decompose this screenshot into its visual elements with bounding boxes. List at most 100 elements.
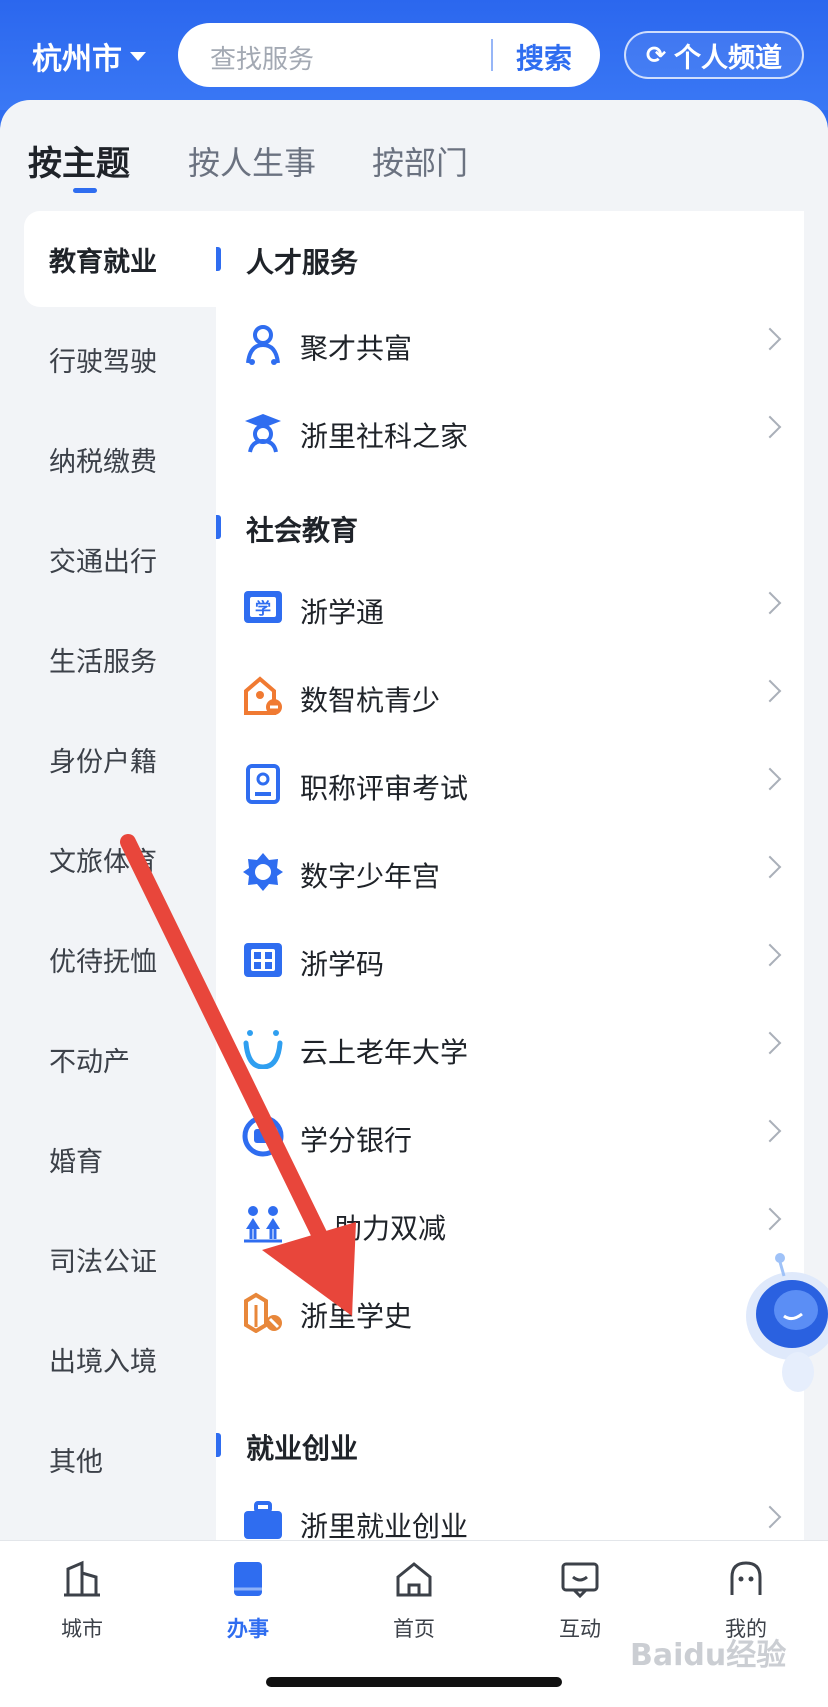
- item-label: 聚才共富: [300, 332, 413, 365]
- chevron-right-icon: [758, 1207, 782, 1231]
- section-title: 人才服务: [246, 246, 359, 279]
- tab-affairs[interactable]: 办事: [198, 1559, 298, 1643]
- list-item[interactable]: 学 浙学通: [216, 567, 804, 655]
- tab-interact[interactable]: 互动: [530, 1559, 630, 1643]
- sidebar-item-judicial[interactable]: 司法公证: [24, 1211, 216, 1307]
- chevron-right-icon: [758, 767, 782, 791]
- children-icon: [244, 1206, 282, 1243]
- tab-label: 互动: [559, 1617, 601, 1641]
- list-item[interactable]: 浙里学史: [216, 1271, 804, 1359]
- profile-icon: [730, 1561, 762, 1595]
- item-label: 浙里社科之家: [300, 420, 469, 453]
- list-item[interactable]: 职称评审考试: [216, 743, 804, 831]
- item-label: 浙学码: [300, 948, 385, 981]
- list-item[interactable]: 助力双减: [216, 1183, 804, 1271]
- sidebar-item-life-services[interactable]: 生活服务: [24, 611, 216, 707]
- list-item[interactable]: 聚才共富: [216, 303, 804, 391]
- caret-down-icon: [130, 51, 146, 61]
- refresh-icon: ⟳: [645, 41, 667, 69]
- search-divider: [491, 39, 493, 71]
- section-title: 社会教育: [246, 514, 359, 547]
- item-label: 数字少年宫: [300, 860, 441, 893]
- watermark: Baidu经验: [630, 1638, 787, 1673]
- chevron-right-icon: [758, 327, 782, 351]
- list-item[interactable]: 浙里就业创业: [216, 1481, 804, 1541]
- list-item[interactable]: 浙学码: [216, 919, 804, 1007]
- section-marker: [216, 515, 221, 539]
- list-item[interactable]: 学分银行: [216, 1095, 804, 1183]
- list-item[interactable]: 数字少年宫: [216, 831, 804, 919]
- qr-book-icon: [244, 943, 282, 977]
- sidebar-item-exit-entry[interactable]: 出境入境: [24, 1311, 216, 1407]
- section-title: 就业创业: [246, 1432, 359, 1465]
- chevron-right-icon: [758, 415, 782, 439]
- affairs-icon: [234, 1562, 262, 1596]
- personal-channel-button[interactable]: ⟳ 个人频道: [624, 31, 804, 79]
- tab-by-department[interactable]: 按部门: [372, 138, 468, 184]
- chevron-right-icon: [758, 679, 782, 703]
- graduate-icon: [245, 414, 281, 453]
- chevron-right-icon: [758, 943, 782, 967]
- search-input[interactable]: 查找服务: [210, 39, 314, 76]
- sidebar-item-driving[interactable]: 行驶驾驶: [24, 311, 216, 407]
- tab-home[interactable]: 首页: [364, 1559, 464, 1643]
- section-marker: [216, 1433, 221, 1457]
- item-label: 助力双减: [334, 1212, 447, 1245]
- item-label: 职称评审考试: [300, 772, 469, 805]
- active-tab-indicator: [73, 188, 97, 193]
- tab-by-life-event[interactable]: 按人生事: [188, 138, 316, 184]
- city-label: 杭州市: [32, 42, 122, 77]
- tab-by-theme[interactable]: 按主题: [28, 136, 130, 185]
- item-label: 数智杭青少: [300, 684, 441, 717]
- sidebar-item-education[interactable]: 教育就业: [24, 211, 216, 307]
- study-book-icon: 学: [244, 591, 282, 623]
- tab-city[interactable]: 城市: [32, 1559, 132, 1643]
- top-header: 杭州市 查找服务 搜索 ⟳ 个人频道: [0, 0, 828, 110]
- id-card-icon: [246, 764, 280, 804]
- bank-coin-icon: [242, 1115, 284, 1157]
- category-tabs: 按主题 按人生事 按部门: [0, 136, 828, 196]
- chevron-right-icon: [758, 855, 782, 879]
- item-label: 学分银行: [300, 1124, 413, 1157]
- home-indicator: [266, 1677, 562, 1687]
- assistant-robot-icon[interactable]: [740, 1248, 828, 1398]
- city-selector[interactable]: 杭州市: [32, 34, 146, 78]
- history-book-icon: [244, 1292, 282, 1333]
- main-sheet: 按主题 按人生事 按部门 教育就业 行驶驾驶 纳税缴费 交通出行 生活服务 身份…: [0, 100, 828, 1541]
- theme-sidebar: 教育就业 行驶驾驶 纳税缴费 交通出行 生活服务 身份户籍 文旅体育 优待抚恤 …: [0, 211, 216, 1541]
- service-list: 人才服务 聚才共富 浙里社科之家 社会教育 学 浙学通 数智杭青少 职称评审考试…: [216, 211, 804, 1541]
- person-icon: [246, 325, 280, 365]
- sidebar-item-culture-sports[interactable]: 文旅体育: [24, 811, 216, 907]
- list-item[interactable]: 数智杭青少: [216, 655, 804, 743]
- sidebar-item-identity[interactable]: 身份户籍: [24, 711, 216, 807]
- search-bar[interactable]: 查找服务 搜索: [178, 23, 600, 87]
- chevron-right-icon: [758, 591, 782, 615]
- item-label: 浙学通: [300, 596, 385, 629]
- item-label: 浙里就业创业: [300, 1510, 469, 1541]
- chevron-right-icon: [758, 1031, 782, 1055]
- sidebar-item-tax[interactable]: 纳税缴费: [24, 411, 216, 507]
- chevron-right-icon: [758, 1119, 782, 1143]
- sidebar-item-preferential[interactable]: 优待抚恤: [24, 911, 216, 1007]
- chat-icon: [561, 1562, 599, 1599]
- search-button[interactable]: 搜索: [516, 37, 572, 77]
- svg-text:学: 学: [255, 599, 271, 618]
- tab-label: 首页: [393, 1617, 435, 1641]
- sidebar-item-real-estate[interactable]: 不动产: [24, 1011, 216, 1107]
- chevron-right-icon: [758, 1505, 782, 1529]
- youth-building-icon: [244, 676, 282, 715]
- briefcase-icon: [244, 1501, 282, 1539]
- personal-channel-label: 个人频道: [674, 42, 783, 74]
- list-item[interactable]: 云上老年大学: [216, 1007, 804, 1095]
- sidebar-item-transport[interactable]: 交通出行: [24, 511, 216, 607]
- home-icon: [396, 1562, 432, 1597]
- section-marker: [216, 247, 221, 271]
- item-label: 浙里学史: [300, 1300, 413, 1333]
- smile-cloud-icon: [243, 1030, 283, 1069]
- list-item[interactable]: 浙里社科之家: [216, 391, 804, 479]
- item-label: 云上老年大学: [300, 1036, 469, 1069]
- sidebar-item-marriage[interactable]: 婚育: [24, 1111, 216, 1207]
- sidebar-item-other[interactable]: 其他: [24, 1411, 216, 1507]
- palace-badge-icon: [243, 853, 283, 891]
- tab-label: 城市: [61, 1617, 103, 1641]
